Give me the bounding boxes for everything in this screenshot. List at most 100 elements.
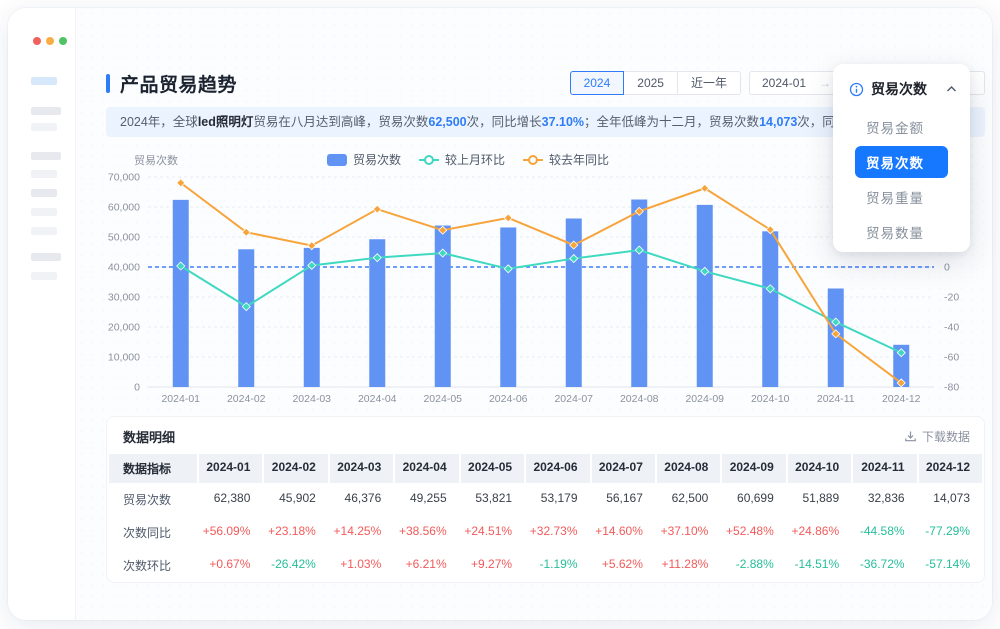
tab-近一年[interactable]: 近一年 [677, 71, 741, 95]
sidebar-item-placeholder[interactable] [31, 123, 57, 131]
sidebar-item-placeholder[interactable] [31, 253, 61, 261]
table-cell: -44.58% [853, 516, 916, 549]
chart-legend: 贸易次数 较上月环比 较去年同比 [327, 151, 609, 168]
metric-option-贸易数量[interactable]: 贸易数量 [855, 216, 948, 248]
arrow-right-icon: → [819, 76, 831, 90]
legend-label: 贸易次数 [353, 151, 401, 168]
left-axis-title: 贸易次数 [134, 155, 178, 167]
axis-tick-label: 2024-02 [227, 393, 266, 405]
axis-tick-label: 70,000 [108, 172, 140, 184]
bar-2024-06 [500, 227, 516, 387]
legend-item-较去年同比[interactable]: 较去年同比 [523, 151, 609, 168]
table-cell: 62,500 [657, 483, 720, 516]
metric-option-贸易次数[interactable]: 贸易次数 [855, 146, 948, 178]
row-label: 贸易次数 [109, 483, 197, 516]
table-cell: -26.42% [264, 549, 327, 582]
table-cell: 14,073 [919, 483, 982, 516]
row-label: 次数环比 [109, 549, 197, 582]
axis-tick-label: 50,000 [108, 232, 140, 244]
minimize-window-icon[interactable] [46, 37, 54, 45]
table-cell: +9.27% [461, 549, 524, 582]
download-data-button[interactable]: 下载数据 [904, 428, 970, 445]
selected-metric-label: 贸易次数 [871, 79, 939, 99]
summary-segment: 14,073 [759, 115, 797, 129]
axis-tick-label: 10,000 [108, 352, 140, 364]
legend-bar-swatch [327, 154, 347, 166]
axis-tick-label: 2024-03 [292, 393, 331, 405]
table-column-header: 数据指标 [109, 454, 197, 483]
table-column-header: 2024-05 [461, 454, 524, 483]
table-column-header: 2024-06 [526, 454, 589, 483]
table-column-header: 2024-10 [788, 454, 851, 483]
table-cell: +14.25% [330, 516, 393, 549]
table-cell: 32,836 [853, 483, 916, 516]
table-cell: 56,167 [592, 483, 655, 516]
legend-label: 较去年同比 [549, 151, 609, 168]
year-tab-group: 20242025近一年 [570, 71, 741, 95]
title-accent-bar [106, 74, 110, 93]
table-cell: 46,376 [330, 483, 393, 516]
axis-tick-label: 2024-09 [685, 393, 724, 405]
table-cell: -1.19% [526, 549, 589, 582]
table-cell: +24.51% [461, 516, 524, 549]
axis-tick-label: 2024-08 [620, 393, 659, 405]
axis-tick-label: -20 [944, 292, 959, 304]
axis-tick-label: 0 [944, 262, 950, 274]
summary-segment: 62,500 [428, 115, 466, 129]
summary-segment: led照明灯 [198, 115, 254, 129]
tab-2025[interactable]: 2025 [623, 71, 678, 95]
legend-item-较上月环比[interactable]: 较上月环比 [419, 151, 505, 168]
metric-dropdown-toggle[interactable]: 贸易次数 [833, 64, 970, 108]
sidebar [8, 8, 75, 620]
metric-option-贸易金额[interactable]: 贸易金额 [855, 111, 948, 143]
sidebar-item-placeholder-active[interactable] [31, 77, 57, 85]
window-controls [33, 37, 67, 45]
table-column-header: 2024-08 [657, 454, 720, 483]
table-column-header: 2024-07 [592, 454, 655, 483]
axis-tick-label: 2024-01 [161, 393, 200, 405]
sidebar-item-placeholder[interactable] [31, 107, 61, 115]
table-cell: 49,255 [395, 483, 458, 516]
table-cell: +11.28% [657, 549, 720, 582]
axis-tick-label: 2024-12 [882, 393, 921, 405]
sidebar-item-placeholder[interactable] [31, 152, 61, 160]
axis-tick-label: -80 [944, 382, 959, 394]
table-cell: 53,179 [526, 483, 589, 516]
sidebar-item-placeholder[interactable] [31, 208, 57, 216]
tab-2024[interactable]: 2024 [570, 71, 625, 95]
point-较去年同比-2024-04 [373, 205, 381, 213]
axis-tick-label: 40,000 [108, 262, 140, 274]
bar-2024-08 [631, 200, 647, 388]
close-window-icon[interactable] [33, 37, 41, 45]
table-cell: +14.60% [592, 516, 655, 549]
legend-line-swatch [523, 155, 543, 165]
download-icon [904, 430, 917, 443]
table-cell: +56.09% [199, 516, 262, 549]
axis-tick-label: -60 [944, 352, 959, 364]
summary-segment: 次，同比增长 [467, 115, 542, 129]
axis-tick-label: 60,000 [108, 202, 140, 214]
row-label: 次数同比 [109, 516, 197, 549]
table-column-header: 2024-11 [853, 454, 916, 483]
sidebar-item-placeholder[interactable] [31, 272, 57, 280]
legend-label: 较上月环比 [445, 151, 505, 168]
table-cell: 45,902 [264, 483, 327, 516]
table-cell: +1.03% [330, 549, 393, 582]
sidebar-item-placeholder[interactable] [31, 170, 57, 178]
chevron-up-icon [946, 85, 957, 93]
legend-item-贸易次数[interactable]: 贸易次数 [327, 151, 401, 168]
table-column-header: 2024-01 [199, 454, 262, 483]
metric-dropdown-panel: 贸易次数 贸易金额贸易次数贸易重量贸易数量 [833, 64, 970, 252]
bar-2024-09 [697, 205, 713, 387]
table-column-header: 2024-12 [919, 454, 982, 483]
metric-option-贸易重量[interactable]: 贸易重量 [855, 181, 948, 213]
sidebar-item-placeholder[interactable] [31, 227, 57, 235]
sidebar-item-placeholder[interactable] [31, 189, 57, 197]
maximize-window-icon[interactable] [59, 37, 67, 45]
table-cell: 51,889 [788, 483, 851, 516]
table-cell: -14.51% [788, 549, 851, 582]
axis-tick-label: -40 [944, 322, 959, 334]
table-cell: +23.18% [264, 516, 327, 549]
table-column-header: 2024-02 [264, 454, 327, 483]
page-title: 产品贸易趋势 [120, 70, 570, 97]
